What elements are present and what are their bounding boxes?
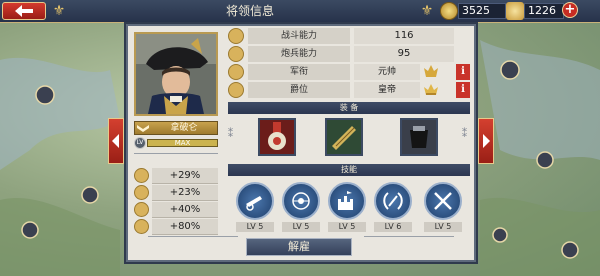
general-portrait: [134, 32, 218, 116]
target-skill-icon: [292, 192, 310, 210]
previous-general-button[interactable]: [108, 118, 124, 164]
bonus-row: +80%: [134, 219, 218, 235]
stat-value: 95: [354, 46, 454, 62]
telescope-equipment-icon: [332, 126, 356, 150]
laurel-skill-icon: [383, 192, 403, 210]
bonus-value: +23%: [152, 185, 218, 201]
stat-row-battle: 战斗能力 116: [228, 28, 470, 44]
title-icon: [228, 82, 244, 98]
bonus-value: +29%: [152, 168, 218, 184]
rank-info-button[interactable]: i: [456, 64, 470, 80]
stat-value: 116: [354, 28, 454, 44]
stat-value: 皇帝: [354, 82, 420, 98]
level-badge: LV: [134, 137, 146, 149]
fleur-de-lis-icon: ⚜: [420, 3, 434, 19]
skill-crossed-swords[interactable]: [424, 182, 462, 220]
skill-level: LV 5: [424, 222, 462, 232]
back-arrow-icon: [15, 5, 33, 17]
rank-icon: [228, 64, 244, 80]
general-name: 拿破仑: [170, 123, 198, 133]
chevron-left-icon: [112, 134, 119, 148]
cannon-bonus-icon: [134, 185, 149, 200]
level-max-text: MAX: [174, 139, 191, 147]
rank-chevron-icon: [137, 125, 149, 132]
general-name-plate: 拿破仑: [134, 121, 218, 135]
skill-target[interactable]: [282, 182, 320, 220]
ornament-icon: ⁑: [462, 129, 467, 140]
add-currency-button[interactable]: +: [562, 2, 578, 18]
medal-counter: 1226: [506, 1, 564, 21]
stat-row-title: 爵位 皇帝 i: [228, 82, 470, 98]
skill-level: LV 5: [236, 222, 274, 232]
dismiss-general-button[interactable]: 解雇: [246, 238, 352, 256]
rank-insignia-icon: [424, 65, 438, 77]
bonus-value: +40%: [152, 202, 218, 218]
medal-icon: [506, 2, 524, 20]
bonus-row: +40%: [134, 202, 218, 218]
pouch-equipment-icon: [410, 126, 428, 148]
stat-row-artillery: 炮兵能力 95: [228, 46, 470, 62]
skill-fort[interactable]: [328, 182, 366, 220]
skill-cannon[interactable]: [236, 182, 274, 220]
battle-icon: [228, 28, 244, 44]
gold-amount: 3525: [462, 4, 490, 17]
top-bar: ⚜ 将领信息 ⚜ 3525 1226 +: [0, 0, 600, 23]
chevron-right-icon: [483, 134, 490, 148]
stat-label: 军衔: [248, 64, 350, 80]
bonus-row: +23%: [134, 185, 218, 201]
general-info-panel: 拿破仑 LV MAX +29% +23% +40% +80% 战斗能力 116 …: [126, 24, 476, 262]
crown-icon: [424, 84, 438, 95]
fort-skill-icon: [338, 191, 353, 210]
stat-label: 战斗能力: [248, 28, 350, 44]
equipment-heading: 装 备: [339, 103, 359, 112]
ornament-icon: ⁑: [228, 129, 233, 140]
divider: [134, 153, 218, 154]
stat-row-rank: 军衔 元帅 i: [228, 64, 470, 80]
title-bar: 将领信息: [60, 0, 440, 22]
crossed-swords-skill-icon: [434, 192, 452, 210]
skills-header: 技能: [228, 164, 470, 176]
stat-label: 炮兵能力: [248, 46, 350, 62]
shield-bonus-icon: [134, 219, 149, 234]
stat-label: 爵位: [248, 82, 350, 98]
gold-counter: 3525: [440, 1, 510, 21]
artillery-icon: [228, 46, 244, 62]
skill-level: LV 6: [374, 222, 412, 232]
horse-bonus-icon: [134, 202, 149, 217]
skill-level: LV 5: [328, 222, 366, 232]
page-title: 将领信息: [225, 4, 274, 18]
skills-heading: 技能: [341, 165, 357, 174]
title-info-button[interactable]: i: [456, 82, 470, 98]
equipment-slot-telescope[interactable]: [325, 118, 363, 156]
equipment-slot-pouch[interactable]: [400, 118, 438, 156]
bonus-value: +80%: [152, 219, 218, 235]
equipment-slot-medal[interactable]: [258, 118, 296, 156]
medal-amount: 1226: [528, 4, 556, 17]
back-button[interactable]: [2, 2, 46, 20]
general-level-bar: LV MAX: [134, 137, 218, 149]
next-general-button[interactable]: [478, 118, 494, 164]
skill-laurel[interactable]: [374, 182, 412, 220]
medal-equipment-icon: [268, 122, 286, 150]
divider: [364, 236, 454, 237]
divider: [148, 236, 238, 237]
gold-coin-icon: [440, 2, 458, 20]
sword-bonus-icon: [134, 168, 149, 183]
skill-level: LV 5: [282, 222, 320, 232]
napoleon-portrait-image: [136, 34, 216, 114]
stat-value: 元帅: [354, 64, 420, 80]
bonus-row: +29%: [134, 168, 218, 184]
equipment-header: 装 备: [228, 102, 470, 114]
cannon-skill-icon: [246, 196, 262, 211]
